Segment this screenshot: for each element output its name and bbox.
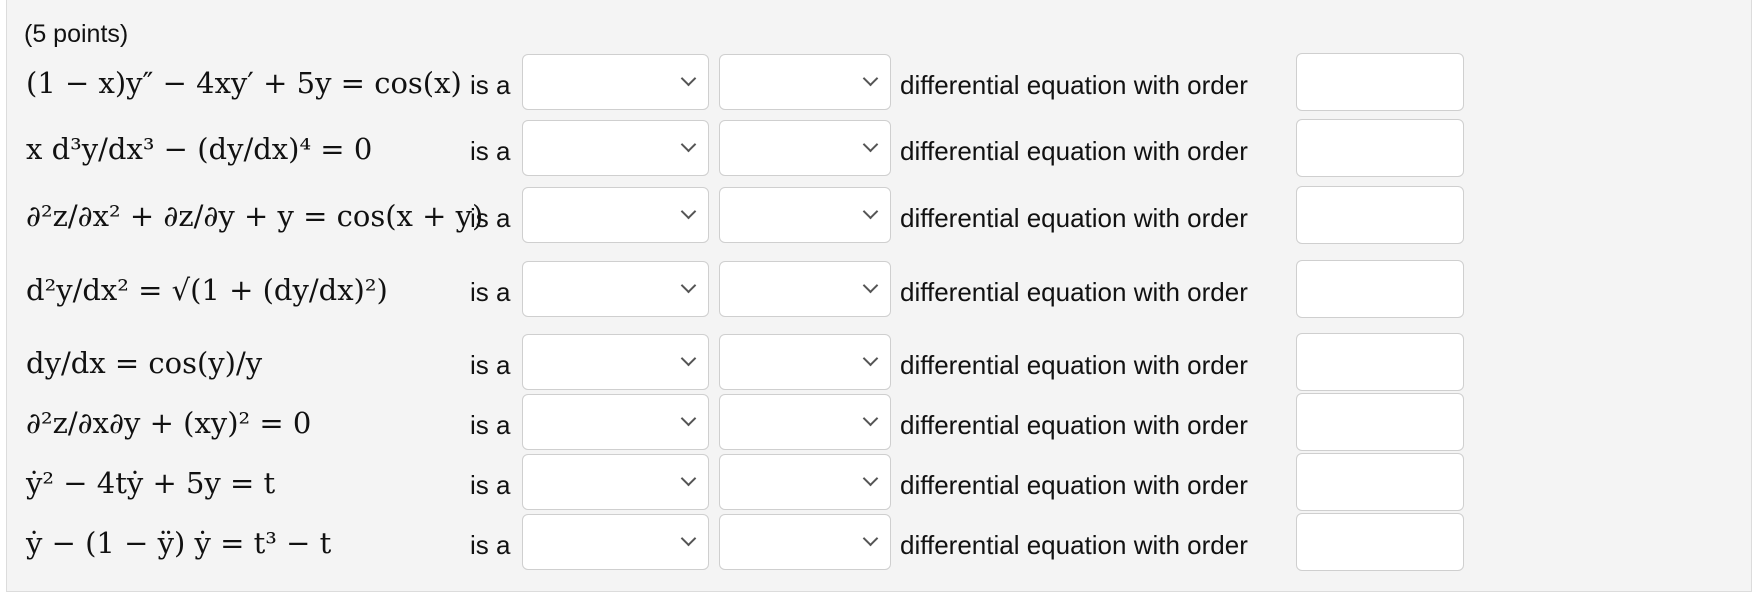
chevron-down-icon bbox=[680, 70, 697, 87]
order-input-3[interactable] bbox=[1296, 186, 1464, 244]
chevron-down-icon bbox=[862, 70, 879, 87]
chevron-down-icon bbox=[680, 203, 697, 220]
chevron-down-icon bbox=[680, 470, 697, 487]
linearity-select-1[interactable] bbox=[719, 54, 891, 110]
equation-2: x d³y/dx³ − (dy/dx)⁴ = 0 bbox=[26, 132, 373, 166]
type-select-1[interactable] bbox=[522, 54, 709, 110]
order-input-8[interactable] bbox=[1296, 513, 1464, 571]
chevron-down-icon bbox=[862, 277, 879, 294]
type-select-7[interactable] bbox=[522, 454, 709, 510]
equation-5: dy/dx = cos(y)/y bbox=[26, 346, 263, 380]
chevron-down-icon bbox=[862, 530, 879, 547]
linearity-select-8[interactable] bbox=[719, 514, 891, 570]
order-label: differential equation with order bbox=[900, 136, 1248, 166]
is-a-label: is a bbox=[470, 277, 511, 307]
type-select-6[interactable] bbox=[522, 394, 709, 450]
equation-4: d²y/dx² = √(1 + (dy/dx)²) bbox=[26, 273, 388, 307]
linearity-select-6[interactable] bbox=[719, 394, 891, 450]
points-label: (5 points) bbox=[24, 20, 129, 48]
chevron-down-icon bbox=[862, 470, 879, 487]
linearity-select-4[interactable] bbox=[719, 261, 891, 317]
equation-7: ẏ² − 4tẏ + 5y = t bbox=[26, 466, 276, 500]
equation-8: ẏ − (1 − ÿ) ẏ = t³ − t bbox=[26, 526, 332, 560]
type-select-2[interactable] bbox=[522, 120, 709, 176]
order-label: differential equation with order bbox=[900, 470, 1248, 500]
chevron-down-icon bbox=[680, 530, 697, 547]
order-label: differential equation with order bbox=[900, 70, 1248, 100]
chevron-down-icon bbox=[680, 277, 697, 294]
is-a-label: is a bbox=[470, 70, 511, 100]
chevron-down-icon bbox=[862, 410, 879, 427]
order-input-7[interactable] bbox=[1296, 453, 1464, 511]
type-select-4[interactable] bbox=[522, 261, 709, 317]
type-select-8[interactable] bbox=[522, 514, 709, 570]
order-label: differential equation with order bbox=[900, 277, 1248, 307]
equation-1: (1 − x)y″ − 4xy′ + 5y = cos(x) bbox=[26, 66, 462, 100]
equation-3: ∂²z/∂x² + ∂z/∂y + y = cos(x + y) bbox=[26, 199, 484, 233]
chevron-down-icon bbox=[680, 136, 697, 153]
chevron-down-icon bbox=[862, 203, 879, 220]
chevron-down-icon bbox=[862, 350, 879, 367]
order-label: differential equation with order bbox=[900, 203, 1248, 233]
order-label: differential equation with order bbox=[900, 530, 1248, 560]
is-a-label: is a bbox=[470, 530, 511, 560]
order-input-4[interactable] bbox=[1296, 260, 1464, 318]
order-label: differential equation with order bbox=[900, 350, 1248, 380]
linearity-select-7[interactable] bbox=[719, 454, 891, 510]
equation-6: ∂²z/∂x∂y + (xy)² = 0 bbox=[26, 406, 312, 440]
is-a-label: is a bbox=[470, 470, 511, 500]
is-a-label: is a bbox=[470, 136, 511, 166]
order-label: differential equation with order bbox=[900, 410, 1248, 440]
order-input-1[interactable] bbox=[1296, 53, 1464, 111]
order-input-5[interactable] bbox=[1296, 333, 1464, 391]
is-a-label: is a bbox=[470, 203, 511, 233]
chevron-down-icon bbox=[680, 350, 697, 367]
order-input-2[interactable] bbox=[1296, 119, 1464, 177]
linearity-select-3[interactable] bbox=[719, 187, 891, 243]
order-input-6[interactable] bbox=[1296, 393, 1464, 451]
chevron-down-icon bbox=[862, 136, 879, 153]
type-select-3[interactable] bbox=[522, 187, 709, 243]
linearity-select-2[interactable] bbox=[719, 120, 891, 176]
chevron-down-icon bbox=[680, 410, 697, 427]
type-select-5[interactable] bbox=[522, 334, 709, 390]
is-a-label: is a bbox=[470, 410, 511, 440]
is-a-label: is a bbox=[470, 350, 511, 380]
linearity-select-5[interactable] bbox=[719, 334, 891, 390]
